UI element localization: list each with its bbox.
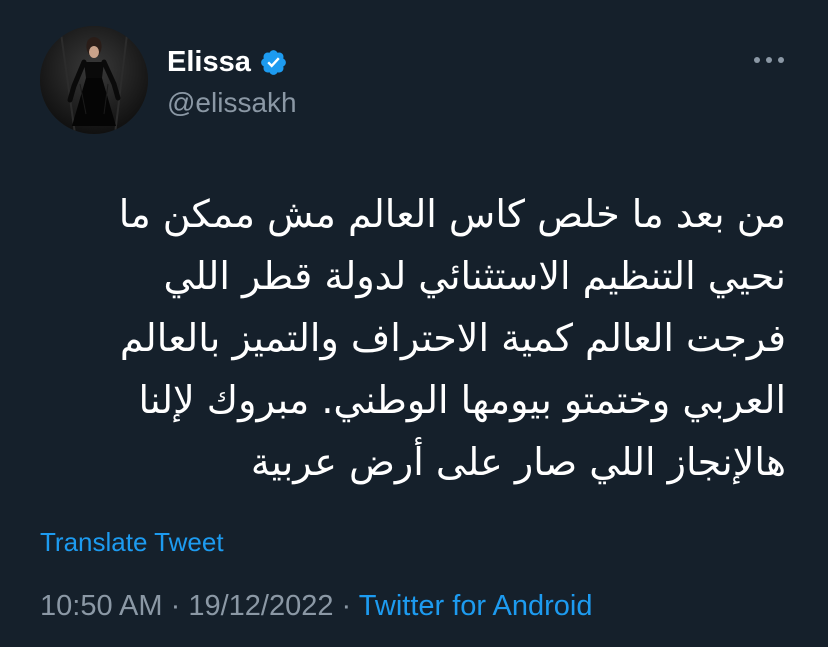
tweet-date[interactable]: 19/12/2022 bbox=[188, 590, 333, 622]
tweet-metadata: 10:50 AM · 19/12/2022 · Twitter for Andr… bbox=[40, 588, 592, 624]
tweet-time[interactable]: 10:50 AM bbox=[40, 590, 163, 622]
tweet-text: من بعد ما خلص كاس العالم مش ممكن ما نحيي… bbox=[118, 192, 786, 484]
meta-separator: · bbox=[170, 590, 181, 622]
meta-separator: · bbox=[341, 590, 352, 622]
verified-badge-icon bbox=[259, 48, 288, 77]
user-handle[interactable]: @elissakh bbox=[167, 86, 297, 120]
tweet-source-link[interactable]: Twitter for Android bbox=[359, 590, 593, 622]
profile-photo-icon bbox=[40, 26, 148, 134]
translate-tweet-link[interactable]: Translate Tweet bbox=[40, 526, 224, 558]
display-name[interactable]: Elissa bbox=[167, 44, 251, 80]
author-row: Elissa bbox=[167, 44, 288, 80]
avatar[interactable] bbox=[40, 26, 148, 134]
more-options-icon[interactable] bbox=[754, 50, 784, 70]
